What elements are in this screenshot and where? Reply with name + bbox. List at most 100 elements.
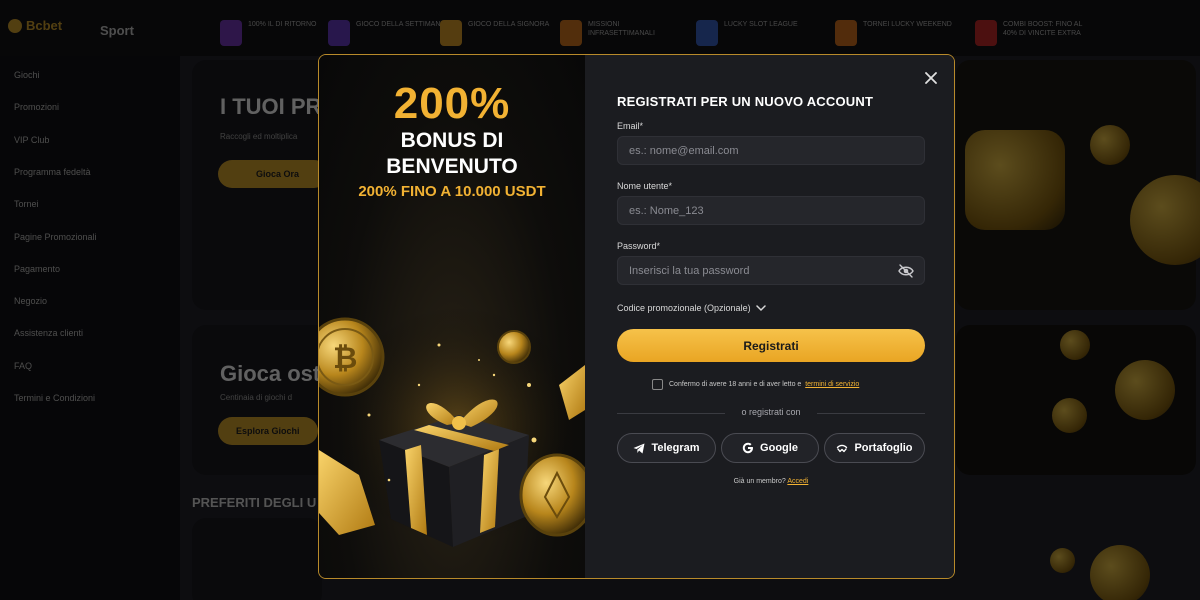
close-button[interactable] — [920, 67, 942, 89]
divider-text: o registrati con — [741, 407, 801, 417]
promo-strip-label: GIOCO DELLA SIGNORA — [468, 21, 550, 28]
promo-strip-item[interactable]: LUCKY SLOT LEAGUE — [696, 20, 814, 46]
consent-text-body: Confermo di avere 18 anni e di aver lett… — [669, 381, 802, 388]
email-field-box — [617, 136, 925, 165]
sidebar-item[interactable]: Promozioni — [14, 102, 59, 112]
explore-games-button[interactable]: Esplora Giochi — [218, 417, 318, 445]
promo-strip-item[interactable]: GIOCO DELLA SIGNORA — [440, 20, 558, 46]
sidebar-item[interactable]: VIP Club — [14, 135, 49, 145]
sidebar: Giochi Promozioni VIP Club Programma fedelt… — [0, 56, 180, 600]
age-consent: Confermo di avere 18 anni e di aver lett… — [652, 379, 859, 390]
tab-sport[interactable]: Sport — [100, 23, 134, 38]
sidebar-item[interactable]: Assistenza clienti — [14, 328, 83, 338]
registration-modal: 200% BONUS DI BENVENUTO 200% FINO A 10.0… — [318, 54, 955, 579]
telegram-button[interactable]: Telegram — [617, 433, 716, 463]
email-field[interactable] — [618, 137, 924, 164]
favorites-section-title: PREFERITI DEGLI U — [192, 495, 317, 510]
promo-strip-label: LUCKY SLOT LEAGUE — [724, 21, 798, 28]
coin-image — [965, 130, 1065, 230]
sidebar-item[interactable]: Tornei — [14, 199, 39, 209]
small-coin-icon — [497, 330, 531, 364]
promo-strip-item[interactable]: 100% IL DI RITORNO — [220, 20, 338, 46]
bonus-subline: 200% FINO A 10.000 USDT — [358, 183, 546, 200]
telegram-icon — [633, 443, 645, 453]
sidebar-item[interactable]: Pagine Promozionali — [14, 232, 97, 242]
registration-form: REGISTRATI PER UN NUOVO ACCOUNT Email* N… — [585, 55, 954, 578]
bitcoin-coin-icon: ₿ — [319, 317, 385, 397]
logo-text: Bcbet — [26, 18, 63, 33]
coin-image — [1060, 330, 1090, 360]
wallet-button[interactable]: Portafoglio — [824, 433, 925, 463]
register-button[interactable]: Registrati — [617, 329, 925, 362]
google-icon — [742, 442, 754, 454]
sidebar-item[interactable]: Programma fedeltà — [14, 167, 91, 177]
promo-strip-label: TORNEI LUCKY WEEKEND — [863, 21, 952, 28]
consent-text: Confermo di avere 18 anni e di aver lett… — [669, 381, 859, 388]
games-card-subtitle: Centinaia di giochi d — [220, 393, 293, 402]
promo-code-label: Codice promozionale (Opzionale) — [617, 303, 751, 313]
sidebar-item[interactable]: Pagamento — [14, 264, 60, 274]
password-label: Password* — [617, 241, 661, 251]
promo-strip-label: MISSIONI INFRASETTIMANALI — [588, 21, 655, 37]
promo-thumbnail-icon — [975, 20, 997, 46]
hero-play-button[interactable]: Gioca Ora — [218, 160, 328, 188]
hero-subtitle: Raccogli ed moltiplica — [220, 132, 298, 141]
promo-strip-item[interactable]: TORNEI LUCKY WEEKEND — [835, 20, 953, 46]
wallet-connect-icon — [837, 444, 848, 452]
sidebar-item[interactable]: Negozio — [14, 296, 47, 306]
telegram-label: Telegram — [651, 442, 700, 454]
crypto-coin-icon — [519, 453, 585, 537]
promo-strip-item[interactable]: COMBI BOOST: FINO AL 40% DI VINCITE EXTR… — [975, 20, 1093, 46]
promo-thumbnail-icon — [440, 20, 462, 46]
password-field-box — [617, 256, 925, 285]
coin-image — [1050, 548, 1075, 573]
promo-strip-label: 100% IL DI RITORNO — [248, 21, 317, 28]
password-field[interactable] — [618, 257, 924, 284]
wallet-label: Portafoglio — [854, 442, 913, 454]
bonus-percent: 200% — [393, 79, 511, 128]
hide-password-eye-icon[interactable] — [898, 264, 914, 278]
promo-thumbnail-icon — [835, 20, 857, 46]
consent-checkbox[interactable] — [652, 379, 663, 390]
promo-code-toggle[interactable]: Codice promozionale (Opzionale) — [617, 303, 766, 313]
promo-strip-item[interactable]: GIOCO DELLA SETTIMANA — [328, 20, 446, 46]
login-prompt: Già un membro? Accedi — [617, 478, 925, 485]
username-label: Nome utente* — [617, 181, 673, 191]
promo-strip-label: COMBI BOOST: FINO AL 40% DI VINCITE EXTR… — [1003, 21, 1083, 37]
promo-thumbnail-icon — [220, 20, 242, 46]
coin-image — [1090, 125, 1130, 165]
chevron-down-icon — [755, 304, 766, 311]
google-button[interactable]: Google — [721, 433, 819, 463]
sidebar-item[interactable]: FAQ — [14, 361, 32, 371]
site-logo[interactable]: Bcbet — [8, 18, 62, 33]
close-icon — [925, 72, 937, 84]
bonus-line-1: BONUS DI — [400, 129, 504, 152]
games-card-title: Gioca ost — [220, 361, 321, 386]
svg-text:₿: ₿ — [333, 341, 357, 376]
sidebar-item[interactable]: Termini e Condizioni — [14, 393, 95, 403]
login-link[interactable]: Accedi — [787, 478, 808, 485]
logo-mark-icon — [8, 18, 22, 33]
promo-thumbnail-icon — [696, 20, 718, 46]
coin-image — [1052, 398, 1087, 433]
page: Bcbet Sport 100% IL DI RITORNO GIOCO DELL… — [0, 0, 1200, 600]
promo-strip-item[interactable]: MISSIONI INFRASETTIMANALI — [560, 20, 678, 46]
sidebar-item[interactable]: Giochi — [14, 70, 40, 80]
top-bar: Bcbet Sport 100% IL DI RITORNO GIOCO DELL… — [0, 0, 1200, 56]
bonus-line-2: BENVENUTO — [386, 155, 518, 178]
hero-title: I TUOI PR — [220, 94, 322, 119]
promo-thumbnail-icon — [328, 20, 350, 46]
coin-image — [1090, 545, 1150, 600]
promo-strip-label: GIOCO DELLA SETTIMANA — [356, 21, 446, 28]
coin-image — [1115, 360, 1175, 420]
terms-link[interactable]: termini di servizio — [805, 381, 859, 388]
email-label: Email* — [617, 121, 644, 131]
username-field[interactable] — [618, 197, 924, 224]
login-prompt-text: Già un membro? — [733, 478, 786, 485]
google-label: Google — [760, 442, 798, 454]
or-divider: o registrati con — [617, 406, 925, 420]
bonus-promo-panel: 200% BONUS DI BENVENUTO 200% FINO A 10.0… — [319, 55, 585, 578]
game-tile[interactable] — [192, 518, 322, 600]
form-title: REGISTRATI PER UN NUOVO ACCOUNT — [617, 94, 874, 109]
gift-box-illustration: ₿ — [319, 305, 585, 547]
